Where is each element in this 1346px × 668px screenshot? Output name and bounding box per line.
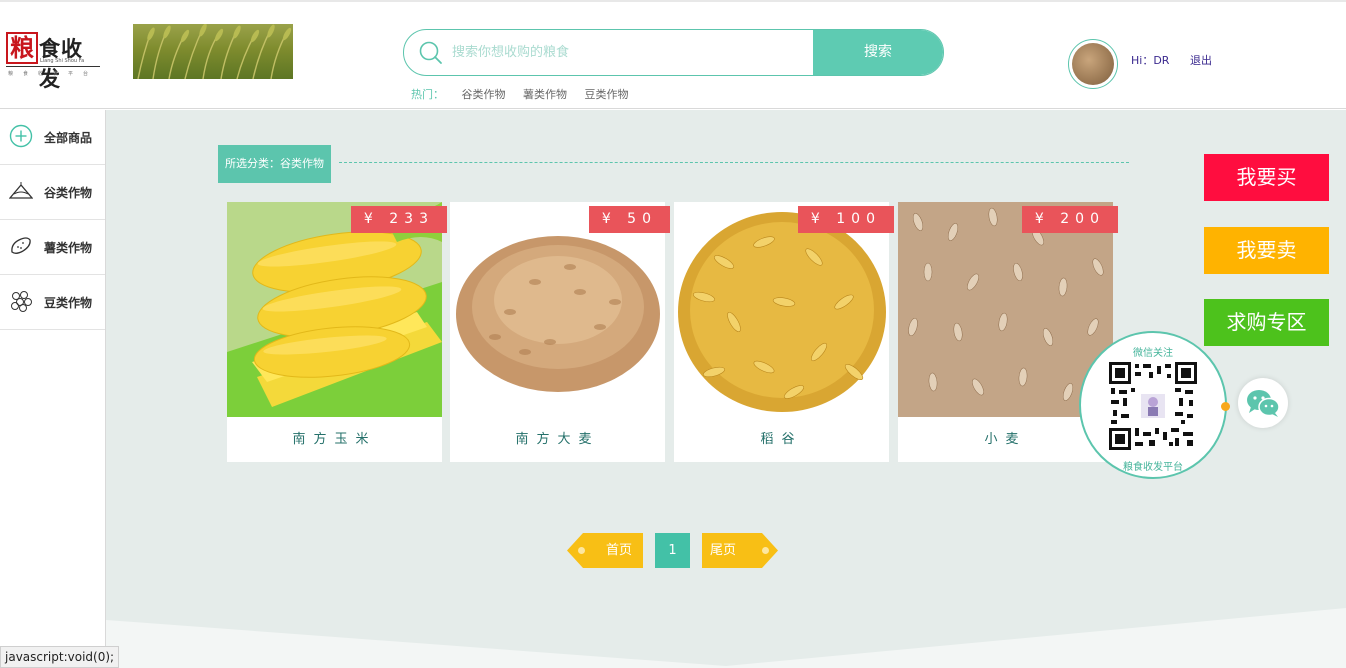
product-image-corn <box>227 202 442 417</box>
selected-category-tag: 所选分类：谷类作物 <box>218 145 331 183</box>
wechat-qr-popup: 微信关注 粮食收发平台 <box>1079 331 1227 479</box>
sidebar-item-label: 谷类作物 <box>44 186 93 200</box>
sidebar-item-label: 豆类作物 <box>44 296 93 310</box>
wechat-icon <box>1247 390 1280 417</box>
product-image-paddy <box>674 202 889 417</box>
qr-title: 微信关注 <box>1133 348 1173 359</box>
hot-searches: 热门： 谷类作物 薯类作物 豆类作物 <box>411 86 629 102</box>
logo-tagline: 粮食收发平台 <box>8 71 99 77</box>
sidebar: 全部商品 谷类作物 薯类作物 豆类作物 <box>0 110 106 668</box>
site-logo[interactable]: 粮 食收发 Liang Shi Shou Fa 粮食收发平台 <box>6 32 102 91</box>
product-card[interactable]: ¥ 100 稻谷 <box>674 202 894 462</box>
pagination-first-button[interactable]: 首页 <box>567 533 643 568</box>
sidebar-item-bean[interactable]: 豆类作物 <box>0 275 105 330</box>
browser-status-bar: javascript:void(0); <box>0 646 120 668</box>
header: 粮 食收发 Liang Shi Shou Fa 粮食收发平台 搜索你想收购的粮食… <box>0 2 1346 109</box>
hot-link-grain[interactable]: 谷类作物 <box>462 88 506 101</box>
footer-wave <box>106 608 1346 668</box>
sidebar-item-label: 全部商品 <box>44 131 93 145</box>
header-banner-image <box>133 24 293 79</box>
category-divider <box>339 162 1129 163</box>
search-button[interactable]: 搜索 <box>813 30 943 75</box>
wheat-field-image <box>137 24 292 79</box>
wanted-zone-button[interactable]: 求购专区 <box>1204 299 1329 346</box>
pagination-last-button[interactable]: 尾页 <box>702 533 778 568</box>
buy-button[interactable]: 我要买 <box>1204 154 1329 201</box>
sidebar-item-all[interactable]: 全部商品 <box>0 110 105 165</box>
wechat-button[interactable] <box>1238 378 1288 428</box>
grain-icon <box>9 182 33 199</box>
plus-circle-icon <box>9 124 33 148</box>
product-name: 小麦 <box>984 432 1027 447</box>
hot-link-bean[interactable]: 豆类作物 <box>585 88 629 101</box>
search-bar: 搜索 <box>403 29 944 76</box>
avatar-image <box>1072 43 1114 85</box>
price-tag: ¥ 50 <box>588 206 670 233</box>
sidebar-item-grain[interactable]: 谷类作物 <box>0 165 105 220</box>
product-card[interactable]: ¥ 233 南方玉米 <box>227 202 447 462</box>
search-input[interactable] <box>452 30 812 75</box>
pagination-page-1[interactable]: 1 <box>655 533 690 568</box>
hot-label: 热门： <box>411 88 444 101</box>
product-name: 稻谷 <box>760 432 803 447</box>
sidebar-item-tuber[interactable]: 薯类作物 <box>0 220 105 275</box>
price-tag: ¥ 200 <box>1021 206 1118 233</box>
bean-icon <box>11 291 32 312</box>
user-greeting: Hi：DR <box>1131 54 1170 67</box>
sidebar-item-label: 薯类作物 <box>44 241 93 255</box>
product-image-barley <box>450 202 665 417</box>
logout-link[interactable]: 退出 <box>1190 52 1212 68</box>
pagination-dot <box>578 547 585 554</box>
search-icon <box>419 41 442 64</box>
pagination-last-label: 尾页 <box>710 543 737 558</box>
pagination-first-label: 首页 <box>606 543 633 558</box>
avatar[interactable] <box>1068 39 1118 89</box>
potato-icon <box>11 237 31 254</box>
sell-button[interactable]: 我要卖 <box>1204 227 1329 274</box>
qr-caption: 粮食收发平台 <box>1123 462 1183 473</box>
product-card[interactable]: ¥ 50 南方大麦 <box>450 202 670 462</box>
product-name: 南方大麦 <box>515 432 600 447</box>
logo-subtitle: Liang Shi Shou Fa <box>40 58 85 64</box>
product-name: 南方玉米 <box>292 432 377 447</box>
pagination-dot <box>762 547 769 554</box>
qr-code-image <box>1109 362 1197 450</box>
price-tag: ¥ 100 <box>797 206 894 233</box>
hot-link-tuber[interactable]: 薯类作物 <box>523 88 567 101</box>
qr-connector-dot <box>1221 402 1230 411</box>
logo-mark: 粮 <box>6 32 38 64</box>
price-tag: ¥ 233 <box>350 206 447 233</box>
logo-rule <box>6 66 100 67</box>
